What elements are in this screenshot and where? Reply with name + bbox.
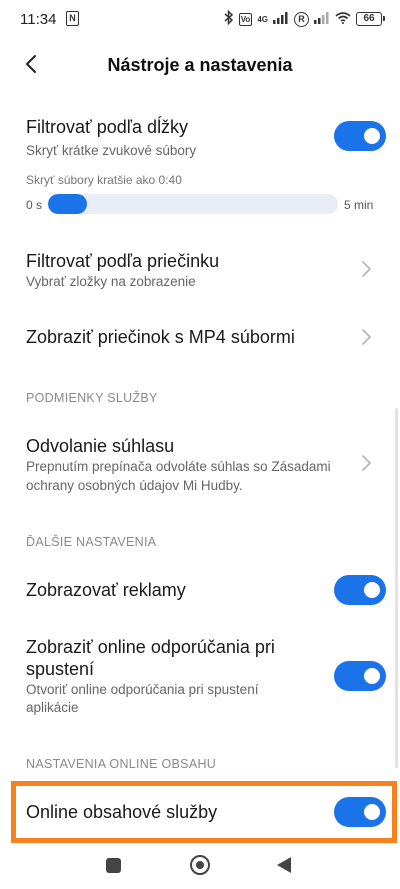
online-services-title: Online obsahové služby [26,802,218,822]
roaming-icon: R [294,11,309,27]
online-recs-title-line1: Zobraziť online odporúčania pri [26,637,275,657]
battery-icon: 66 [356,12,385,26]
scrollbar[interactable] [395,408,398,768]
section-label-terms: PODMIENKY SLUŽBY [26,391,158,405]
toggle-knob [364,582,380,598]
section-label-online: NASTAVENIA ONLINE OBSAHU [26,757,217,771]
status-bar: 11:34 N Vo 4G R 66 [0,0,400,40]
network-type-icon: 4G [257,14,268,24]
status-time: 11:34 [20,11,57,28]
page-title: Nástroje a nastavenia [107,55,293,75]
filter-length-toggle[interactable] [334,121,386,151]
app-header: Nástroje a nastavenia [0,44,400,84]
online-recs-subtitle-line2: aplikácie [26,700,79,715]
ads-toggle[interactable] [334,575,386,605]
slider-caption: Skryť súbory kratšie ako 0:40 [26,173,182,187]
bluetooth-icon [224,9,234,28]
chevron-right-icon [362,261,371,277]
filter-folder-subtitle: Vybrať zložky na zobrazenie [26,274,196,289]
signal-icon-2 [314,11,330,27]
nfc-icon: N [66,11,79,26]
toggle-knob [364,128,380,144]
consent-subtitle-line1: Prepnutím prepínača odvoláte súhlas so Z… [26,459,331,474]
toggle-knob [364,804,380,820]
chevron-right-icon [362,455,371,471]
filter-folder-title: Filtrovať podľa priečinku [26,251,220,271]
toggle-knob [364,668,380,684]
signal-icon [273,11,289,27]
slider-max-label: 5 min [344,198,374,212]
ads-title: Zobrazovať reklamy [26,580,186,600]
home-icon[interactable] [190,855,210,875]
filter-length-subtitle: Skryť krátke zvukové súbory [26,143,197,158]
status-icons: Vo 4G R 66 [224,9,385,28]
online-recs-title-line2: spustení [26,659,95,679]
consent-title: Odvolanie súhlasu [26,436,175,456]
online-services-toggle[interactable] [334,797,386,827]
online-recs-subtitle-line1: Otvoriť online odporúčania pri spustení [26,682,259,697]
duration-slider[interactable] [48,194,338,214]
volte-icon: Vo [238,12,253,26]
slider-fill [48,194,87,214]
mp4-folder-title: Zobraziť priečinok s MP4 súbormi [26,327,295,347]
slider-min-label: 0 s [26,198,43,212]
back-triangle-icon[interactable] [277,857,291,873]
chevron-right-icon [362,329,371,345]
section-label-more: ĎALŠIE NASTAVENIA [26,535,157,549]
wifi-icon [335,11,351,27]
system-nav-bar [0,846,400,889]
consent-subtitle-line2: ochrany osobných údajov Mi Hudby. [26,478,243,493]
filter-length-title: Filtrovať podľa dĺžky [26,117,189,137]
online-recs-toggle[interactable] [334,661,386,691]
recents-icon[interactable] [106,858,121,873]
